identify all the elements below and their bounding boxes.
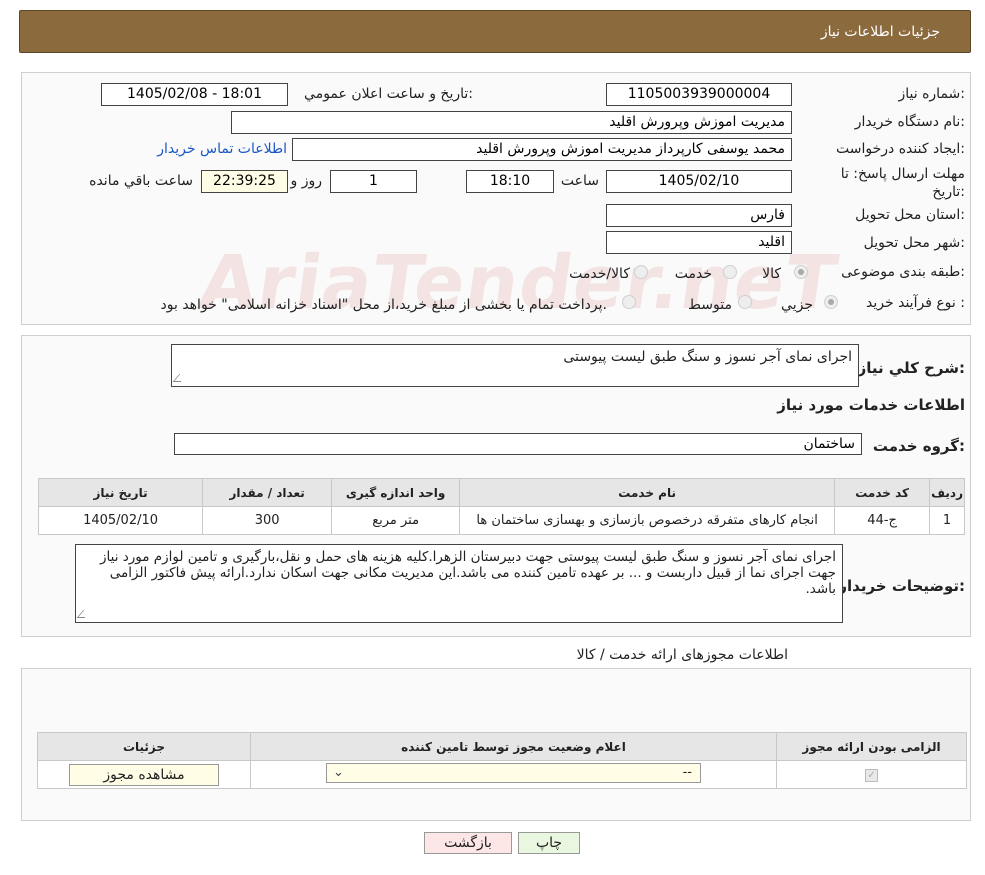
service-group-field: ساختمان [174, 433, 862, 455]
cell-unit: متر مربع [331, 506, 461, 535]
table-row: 1 ج-44 انجام کارهای متفرقه درخصوص بازساز… [37, 506, 965, 535]
days-remaining-field: 1 [330, 170, 417, 193]
need-number-label: شماره نیاز: [898, 86, 965, 102]
service-group-label: گروه خدمت: [872, 437, 965, 455]
permits-table: الزامی بودن ارائه مجوز اعلام وضعیت مجوز … [37, 732, 967, 789]
category-option-goods-service: کالا/خدمت [569, 266, 630, 282]
table-row: ✓ ⌄ -- مشاهده مجوز [37, 760, 967, 789]
chevron-down-icon: ⌄ [333, 764, 344, 780]
col-service-name: نام خدمت [459, 478, 836, 507]
permit-status-select[interactable]: ⌄ -- [326, 762, 701, 783]
need-number-field: 1105003939000004 [606, 83, 792, 106]
process-option-medium: متوسط [688, 297, 732, 313]
col-unit: واحد اندازه گيری [331, 478, 461, 507]
category-radio-service[interactable] [723, 265, 737, 279]
col-need-date: تاريخ نياز [37, 478, 204, 507]
deadline-label-line2: تاریخ: [932, 184, 965, 200]
col-permit-details: جزئیات [37, 732, 251, 761]
buyer-notes-textarea: اجرای نمای آجر نسوز و سنگ طبق لیست پیوست… [75, 544, 843, 623]
deadline-time-field: 18:10 [466, 170, 554, 193]
deadline-date-field: 1405/02/10 [606, 170, 792, 193]
deadline-time-label: ساعت [560, 173, 599, 189]
back-button[interactable]: بازگشت [424, 832, 512, 854]
cell-row-number: 1 [929, 506, 965, 535]
resize-grip-icon [76, 610, 92, 618]
description-text: اجرای نمای آجر نسوز و سنگ طبق لیست پیوست… [563, 349, 852, 365]
permit-required-checkbox: ✓ [865, 769, 878, 782]
remaining-time-field: 22:39:25 [201, 170, 288, 193]
permits-table-header: الزامی بودن ارائه مجوز اعلام وضعیت مجوز … [37, 732, 967, 761]
category-option-service: خدمت [674, 266, 712, 282]
buyer-org-field: مدیریت اموزش وپرورش اقلید [231, 111, 792, 134]
permits-section-title: اطلاعات مجوزهای ارائه خدمت / کالا [576, 647, 788, 663]
category-label: طبقه بندی موضوعی: [841, 264, 965, 280]
announce-label: تاریخ و ساعت اعلان عمومي: [304, 86, 473, 102]
process-option-minor: جزيي [781, 297, 813, 313]
cell-service-code: ج-44 [834, 506, 931, 535]
province-field: فارس [606, 204, 792, 227]
days-label: روز و [290, 173, 323, 189]
col-quantity: تعداد / مقدار [202, 478, 333, 507]
category-radio-goods-service[interactable] [634, 265, 648, 279]
process-treasury-checkbox[interactable] [622, 295, 636, 309]
process-radio-minor[interactable] [824, 295, 838, 309]
cell-service-name: انجام کارهای متفرقه درخصوص بازسازی و بهس… [459, 506, 836, 535]
services-section-title: اطلاعات خدمات مورد نياز [777, 396, 965, 414]
page-header: جزئیات اطلاعات نیاز [19, 10, 971, 53]
city-field: اقلید [606, 231, 792, 254]
category-option-goods: کالا [762, 266, 781, 282]
buyer-org-label: نام دستگاه خریدار: [854, 114, 965, 130]
col-row-number: رديف [929, 478, 965, 507]
creator-field: محمد یوسفی کارپرداز مدیریت اموزش وپرورش … [292, 138, 792, 161]
cell-permit-details: مشاهده مجوز [37, 760, 251, 789]
services-table-header: رديف کد خدمت نام خدمت واحد اندازه گيری ت… [37, 478, 965, 507]
deadline-label-line1: مهلت ارسال پاسخ: تا [840, 166, 965, 182]
province-label: استان محل تحویل: [855, 207, 965, 223]
cell-permit-required: ✓ [776, 760, 967, 789]
permit-status-value: -- [682, 764, 692, 780]
category-radio-goods[interactable] [794, 265, 808, 279]
description-textarea: اجرای نمای آجر نسوز و سنگ طبق لیست پیوست… [171, 344, 859, 387]
city-label: شهر محل تحویل: [863, 235, 965, 251]
process-note: پرداخت تمام یا بخشی از مبلغ خرید،از محل … [160, 297, 607, 313]
process-label: نوع فرآیند خرید : [866, 295, 965, 311]
buyer-notes-label: توضیحات خریدار: [838, 577, 965, 595]
resize-grip-icon [172, 374, 188, 382]
print-button[interactable]: چاپ [518, 832, 580, 854]
remaining-time-label: ساعت باقي مانده [89, 173, 193, 189]
announce-datetime-field: 1405/02/08 - 18:01 [101, 83, 288, 106]
services-table: رديف کد خدمت نام خدمت واحد اندازه گيری ت… [37, 478, 965, 535]
creator-label: ایجاد کننده درخواست: [836, 141, 965, 157]
buyer-notes-text: اجرای نمای آجر نسوز و سنگ طبق لیست پیوست… [99, 549, 836, 597]
page-title: جزئیات اطلاعات نیاز [820, 24, 940, 40]
col-permit-required: الزامی بودن ارائه مجوز [776, 732, 967, 761]
view-permit-button[interactable]: مشاهده مجوز [69, 763, 219, 786]
description-label: شرح کلي نياز: [857, 359, 965, 377]
cell-quantity: 300 [202, 506, 333, 535]
process-radio-medium[interactable] [738, 295, 752, 309]
buyer-contact-link[interactable]: اطلاعات تماس خریدار [157, 141, 287, 157]
cell-permit-status: ⌄ -- [250, 760, 777, 789]
cell-need-date: 1405/02/10 [37, 506, 204, 535]
col-service-code: کد خدمت [834, 478, 931, 507]
col-permit-status: اعلام وضعیت مجوز توسط تامین کننده [250, 732, 777, 761]
